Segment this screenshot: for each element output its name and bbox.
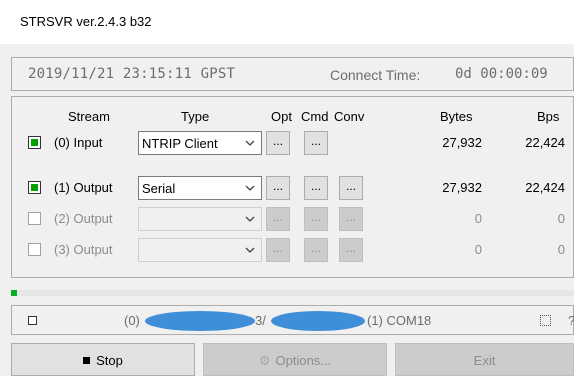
stream-row-output-1: (1) Output Serial ... ... ... 27,932 22,… [12, 174, 574, 200]
options-button-label: Options... [275, 353, 332, 368]
stream-2-bytes: 0 [474, 211, 482, 226]
header-cmd: Cmd [301, 109, 329, 124]
connect-time-value: 0d 00:00:09 [455, 66, 548, 82]
stream-0-type-value: NTRIP Client [142, 136, 218, 151]
stream-3-opt-button[interactable]: ... [266, 238, 290, 262]
stream-3-label: (3) Output [54, 242, 113, 257]
stream-2-type-select[interactable] [138, 207, 262, 231]
stream-3-type-select[interactable] [138, 238, 262, 262]
chevron-down-icon [245, 247, 255, 253]
header-stream: Stream [68, 109, 110, 124]
message-part-2: (1) COM18 [367, 313, 432, 328]
message-bar: (0) 3/ (1) COM18 ? [11, 305, 574, 335]
status-panel: 2019/11/21 23:15:11 GPST Connect Time: 0… [11, 57, 574, 91]
stream-panel: Stream Type Opt Cmd Conv Bytes Bps (0) I… [11, 96, 574, 278]
stream-0-bytes: 27,932 [442, 135, 482, 150]
stream-1-type-select[interactable]: Serial [138, 176, 262, 200]
stream-row-output-2: (2) Output ... ... ... 0 0 [12, 205, 574, 231]
options-button[interactable]: ⚙ Options... [203, 343, 387, 376]
trace-toggle[interactable] [28, 316, 37, 325]
window-title: STRSVR ver.2.4.3 b32 [20, 14, 152, 29]
stream-2-checkbox[interactable] [28, 212, 41, 225]
stream-1-opt-button[interactable]: ... [266, 176, 290, 200]
stream-0-type-select[interactable]: NTRIP Client [138, 131, 262, 155]
redaction-blob [271, 311, 365, 331]
strsvr-window: STRSVR ver.2.4.3 b32 2019/11/21 23:15:11… [0, 0, 574, 376]
stop-button[interactable]: Stop [11, 343, 195, 376]
stream-3-bps: 0 [557, 242, 565, 257]
stream-row-input-0: (0) Input NTRIP Client ... ... 27,932 22… [12, 129, 574, 155]
chevron-down-icon [245, 140, 255, 146]
log-icon[interactable] [540, 315, 551, 326]
stream-3-checkbox[interactable] [28, 243, 41, 256]
stream-2-bps: 0 [557, 211, 565, 226]
stream-1-conv-button[interactable]: ... [339, 176, 363, 200]
stream-3-conv-button[interactable]: ... [339, 238, 363, 262]
stream-1-type-value: Serial [142, 181, 176, 196]
gps-datetime: 2019/11/21 23:15:11 GPST [28, 66, 236, 82]
redaction-blob [145, 311, 255, 331]
header-opt: Opt [271, 109, 292, 124]
stream-1-label: (1) Output [54, 180, 113, 195]
stream-0-bps: 22,424 [525, 135, 565, 150]
help-button[interactable]: ? [568, 313, 574, 328]
stream-2-conv-button[interactable]: ... [339, 207, 363, 231]
progress-fill [11, 290, 17, 296]
stream-1-cmd-button[interactable]: ... [304, 176, 328, 200]
stop-icon [83, 357, 91, 364]
chevron-down-icon [245, 185, 255, 191]
stream-3-bytes: 0 [474, 242, 482, 257]
stream-2-opt-button[interactable]: ... [266, 207, 290, 231]
stream-1-bps: 22,424 [525, 180, 565, 195]
header-type: Type [181, 109, 210, 124]
stream-1-checkbox[interactable] [28, 181, 41, 194]
connect-time-label: Connect Time: [330, 67, 421, 83]
header-bps: Bps [537, 109, 560, 124]
stream-0-label: (0) Input [54, 135, 103, 150]
header-bytes: Bytes [440, 109, 473, 124]
progress-bar [11, 290, 574, 296]
exit-button[interactable]: Exit [395, 343, 574, 376]
gear-icon: ⚙ [258, 353, 271, 368]
title-bar: STRSVR ver.2.4.3 b32 [0, 0, 574, 44]
exit-button-label: Exit [473, 353, 496, 368]
stream-0-checkbox[interactable] [28, 136, 41, 149]
stream-0-opt-button[interactable]: ... [266, 131, 290, 155]
message-part-0: (0) [124, 313, 140, 328]
message-part-1: 3/ [255, 313, 266, 328]
stream-row-output-3: (3) Output ... ... ... 0 0 [12, 236, 574, 262]
stop-button-label: Stop [96, 353, 123, 368]
header-conv: Conv [334, 109, 365, 124]
stream-0-cmd-button[interactable]: ... [304, 131, 328, 155]
stream-1-bytes: 27,932 [442, 180, 482, 195]
stream-3-cmd-button[interactable]: ... [304, 238, 328, 262]
stream-2-label: (2) Output [54, 211, 113, 226]
stream-2-cmd-button[interactable]: ... [304, 207, 328, 231]
chevron-down-icon [245, 216, 255, 222]
